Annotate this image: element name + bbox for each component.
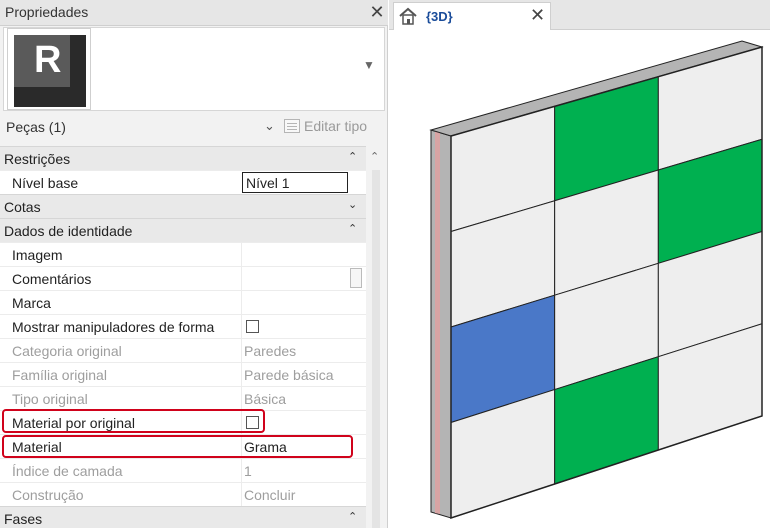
nivel-base-field[interactable]: Nível 1 xyxy=(242,172,348,193)
view-tabbar: {3D} ✕ xyxy=(389,0,770,30)
type-selector[interactable]: R ▼ xyxy=(3,27,385,111)
prop-name: Construção xyxy=(12,487,84,503)
prop-name: Mostrar manipuladores de forma xyxy=(12,319,215,335)
row-manipuladores[interactable]: Mostrar manipuladores de forma xyxy=(0,314,366,339)
collapse-icon[interactable]: ⌃ xyxy=(348,150,357,163)
triangle-down-icon[interactable]: ▼ xyxy=(363,58,375,72)
prop-name: Imagem xyxy=(12,247,63,263)
chevron-down-icon[interactable]: ⌄ xyxy=(264,118,275,134)
row-indice-camada: Índice de camada 1 xyxy=(0,458,366,483)
group-fases[interactable]: Fases ⌃ xyxy=(0,506,366,528)
prop-name: Comentários xyxy=(12,271,92,287)
expand-icon[interactable]: ⌄ xyxy=(348,198,357,211)
3d-view: {3D} ✕ xyxy=(389,0,770,528)
close-icon[interactable]: ✕ xyxy=(368,2,386,22)
properties-panel: Propriedades ✕ R ▼ Peças (1) ⌄ Editar ti… xyxy=(0,0,388,528)
prop-name: Nível base xyxy=(12,175,79,191)
tab-3d[interactable]: {3D} ✕ xyxy=(393,2,551,30)
row-marca[interactable]: Marca xyxy=(0,290,366,315)
collapse-icon[interactable]: ⌃ xyxy=(348,510,357,523)
manipuladores-checkbox[interactable] xyxy=(246,320,259,333)
group-cotas[interactable]: Cotas ⌄ xyxy=(0,194,366,218)
house-icon[interactable] xyxy=(398,7,418,25)
properties-title: Propriedades xyxy=(5,4,89,20)
familia-value: Parede básica xyxy=(244,367,334,383)
highlight-material xyxy=(2,435,353,458)
scrollbar[interactable]: ⌃ xyxy=(366,146,386,528)
wall-model[interactable] xyxy=(429,40,764,520)
edit-type-icon xyxy=(284,119,300,133)
prop-name: Tipo original xyxy=(12,391,88,407)
indice-value: 1 xyxy=(244,463,252,479)
categoria-value: Paredes xyxy=(244,343,297,359)
prop-name: Marca xyxy=(12,295,51,311)
tab-label: {3D} xyxy=(426,9,453,24)
properties-titlebar: Propriedades ✕ xyxy=(0,0,388,26)
prop-name: Família original xyxy=(12,367,107,383)
group-restricoes[interactable]: Restrições ⌃ xyxy=(0,146,366,170)
row-comentarios[interactable]: Comentários xyxy=(0,266,366,291)
row-construcao: Construção Concluir xyxy=(0,482,366,507)
highlight-material-por-original xyxy=(2,409,265,433)
wall-model-canvas[interactable] xyxy=(389,30,770,528)
wall-side-face xyxy=(430,129,452,519)
edit-type-button[interactable]: Editar tipo xyxy=(284,118,367,134)
revit-window: Propriedades ✕ R ▼ Peças (1) ⌄ Editar ti… xyxy=(0,0,770,528)
row-categoria-original: Categoria original Paredes xyxy=(0,338,366,363)
revit-logo-icon: R xyxy=(7,28,91,110)
wall-finish-layer xyxy=(435,131,440,514)
instance-filter-row: Peças (1) ⌄ Editar tipo xyxy=(0,114,388,142)
revit-logo-letter: R xyxy=(34,39,62,81)
prop-name: Categoria original xyxy=(12,343,122,359)
scroll-up-icon[interactable]: ⌃ xyxy=(370,150,379,163)
edit-type-label: Editar tipo xyxy=(304,118,368,134)
group-label: Dados de identidade xyxy=(4,223,133,239)
row-tipo-original: Tipo original Básica xyxy=(0,386,366,411)
scroll-track[interactable] xyxy=(372,170,380,528)
tipo-value: Básica xyxy=(244,391,287,407)
group-label: Cotas xyxy=(4,199,41,215)
group-dados-identidade[interactable]: Dados de identidade ⌃ xyxy=(0,218,366,242)
close-icon[interactable]: ✕ xyxy=(530,5,545,26)
group-label: Fases xyxy=(4,511,43,527)
row-nivel-base[interactable]: Nível base Nível 1 xyxy=(0,170,366,194)
collapse-icon[interactable]: ⌃ xyxy=(348,222,357,235)
properties-grid: Restrições ⌃ Nível base Nível 1 Cotas ⌄ … xyxy=(0,146,366,528)
row-imagem[interactable]: Imagem xyxy=(0,242,366,267)
row-familia-original: Família original Parede básica xyxy=(0,362,366,387)
scroll-thumb[interactable] xyxy=(350,268,362,288)
construcao-value: Concluir xyxy=(244,487,296,503)
group-label: Restrições xyxy=(4,151,71,167)
instance-filter[interactable]: Peças (1) xyxy=(6,119,66,135)
prop-name: Índice de camada xyxy=(12,463,123,479)
